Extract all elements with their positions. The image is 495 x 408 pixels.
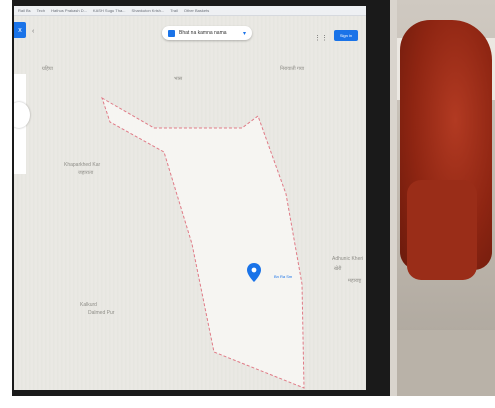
- bookmark-item[interactable]: Tech: [37, 8, 45, 13]
- place-label: जहाराता: [78, 170, 94, 176]
- checkbox-icon[interactable]: [168, 29, 175, 37]
- floor: [397, 330, 495, 396]
- monitor-screen: Rail Bs Tech Hathus Prakash D... KASH Su…: [14, 6, 366, 390]
- bookmark-item[interactable]: Trail: [170, 8, 178, 13]
- bookmark-item[interactable]: Other Baskets: [184, 8, 209, 13]
- left-tab-button[interactable]: x: [14, 22, 26, 38]
- search-input[interactable]: Bhat na kamna nama: [179, 30, 227, 36]
- chevron-left-icon[interactable]: ‹: [32, 28, 34, 35]
- pin-icon[interactable]: ▾: [243, 30, 246, 37]
- close-icon: x: [18, 26, 22, 34]
- place-label: Kalkurd: [80, 302, 97, 308]
- pin-label: Bn Ra Sm: [274, 274, 293, 279]
- place-label: Adhunic Kheri: [332, 256, 364, 262]
- map-overlay: [101, 96, 305, 389]
- bookmark-item[interactable]: Hathus Prakash D...: [51, 8, 87, 13]
- place-label: खेरी: [334, 266, 342, 272]
- place-label: महाराष्ट्र: [348, 278, 362, 284]
- place-label: Khaparkhed Kar: [64, 162, 101, 168]
- place-label: भास: [174, 76, 183, 82]
- apps-grid-icon[interactable]: ⋮⋮: [314, 34, 328, 42]
- browser-bookmarks-bar: Rail Bs Tech Hathus Prakash D... KASH Su…: [14, 6, 366, 16]
- area-boundary-polygon: [101, 96, 305, 389]
- place-label: ग्रहिया: [42, 66, 53, 72]
- bookmark-item[interactable]: Rail Bs: [18, 8, 31, 13]
- sign-in-button[interactable]: Sign in: [334, 30, 358, 41]
- bookmark-item[interactable]: Shankuton Krish...: [132, 8, 165, 13]
- search-bar[interactable]: Bhat na kamna nama ▾: [162, 26, 252, 40]
- chair-seat: [407, 180, 477, 280]
- map-canvas[interactable]: ग्रहिया निरावाती गया Khaparkhed Kar जहार…: [14, 16, 366, 390]
- place-label: निरावाती गया: [280, 66, 305, 72]
- bookmark-item[interactable]: KASH Sugu Tha...: [93, 8, 126, 13]
- place-label: Dalmed Pur: [88, 310, 115, 316]
